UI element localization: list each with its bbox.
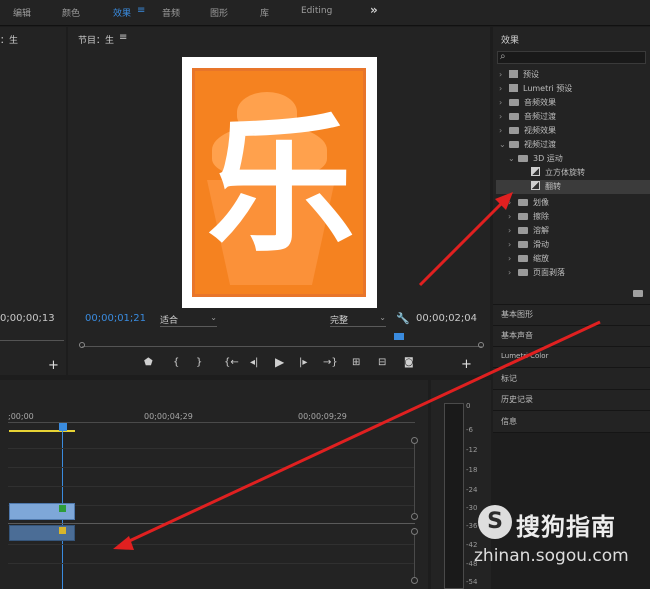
arrow-to-flip <box>418 198 507 287</box>
arrowhead-icon <box>113 536 134 550</box>
sogou-logo-icon: S <box>478 505 512 539</box>
logo-letter: S <box>487 509 503 534</box>
watermark-url: zhinan.sogou.com <box>474 546 629 566</box>
watermark-brand: 搜狗指南 <box>516 513 616 541</box>
annotation-arrows <box>113 192 601 550</box>
